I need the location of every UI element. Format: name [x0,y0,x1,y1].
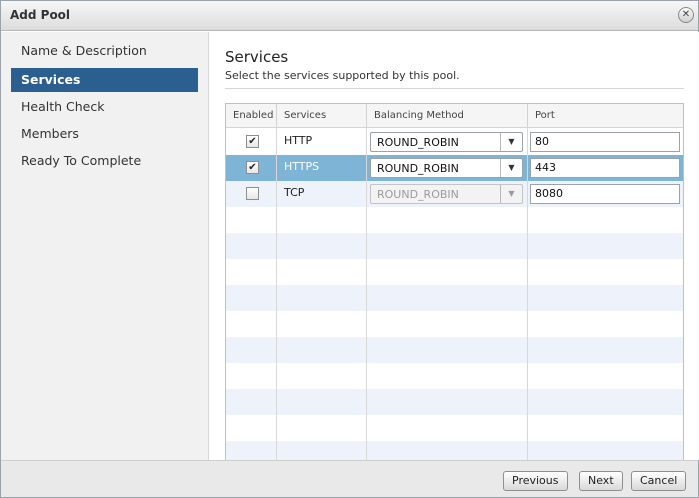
step-health-check[interactable]: Health Check [11,95,198,119]
empty-row [226,285,683,311]
title-bar: Add Pool ✕ [1,1,698,31]
balancing-method-select[interactable]: ROUND_ROBIN ▼ [370,132,523,152]
empty-row [226,389,683,415]
service-name: HTTP [284,134,313,147]
step-members[interactable]: Members [11,122,198,146]
step-name-description[interactable]: Name & Description [11,39,198,63]
chevron-down-icon[interactable]: ▼ [500,159,522,177]
empty-row [226,337,683,363]
column-divider [276,128,277,474]
port-input[interactable]: 80 [530,132,680,152]
page-description: Select the services supported by this po… [225,69,460,82]
wizard-steps-sidebar: Name & Description Services Health Check… [1,32,209,460]
balancing-method-select[interactable]: ROUND_ROBIN ▼ [370,158,523,178]
empty-row [226,233,683,259]
table-row[interactable]: ✔ HTTPS ROUND_ROBIN ▼ 443 [226,155,683,181]
header-services: Services [277,104,367,127]
service-name: HTTPS [284,160,320,173]
step-ready-to-complete[interactable]: Ready To Complete [11,149,198,173]
main-panel: Services Select the services supported b… [210,32,699,475]
balancing-method-value: ROUND_ROBIN [377,162,459,175]
close-icon[interactable]: ✕ [678,7,694,23]
step-services[interactable]: Services [11,68,198,92]
previous-button[interactable]: Previous [503,471,568,491]
chevron-down-icon[interactable]: ▼ [500,133,522,151]
header-enabled: Enabled [226,104,277,127]
header-port: Port [535,110,555,121]
page-title: Services [225,48,289,66]
empty-row [226,363,683,389]
empty-row [226,207,683,233]
port-input[interactable]: 443 [530,158,680,178]
table-row[interactable]: ✔ HTTP ROUND_ROBIN ▼ 80 [226,129,683,155]
table-header: Enabled Services Balancing Method Port [226,104,683,128]
cancel-button[interactable]: Cancel [631,471,687,491]
add-pool-dialog: Add Pool ✕ Name & Description Services H… [0,0,699,498]
services-table: Enabled Services Balancing Method Port ✔… [225,103,684,475]
dialog-footer: Previous Next Cancel [1,460,698,497]
port-input[interactable]: 8080 [530,184,680,204]
chevron-down-icon: ▼ [500,185,522,203]
column-divider [527,128,528,474]
empty-row [226,311,683,337]
header-balancing-method: Balancing Method [367,104,528,127]
table-row[interactable]: TCP ROUND_ROBIN ▼ 8080 [226,181,683,207]
enabled-checkbox[interactable] [246,187,259,200]
dialog-title: Add Pool [10,8,71,22]
balancing-method-value: ROUND_ROBIN [377,136,459,149]
enabled-checkbox[interactable]: ✔ [246,135,259,148]
next-button[interactable]: Next [579,471,623,491]
balancing-method-value: ROUND_ROBIN [377,188,459,201]
balancing-method-select: ROUND_ROBIN ▼ [370,184,523,204]
service-name: TCP [284,186,305,199]
enabled-checkbox[interactable]: ✔ [246,161,259,174]
empty-row [226,415,683,441]
empty-row [226,259,683,285]
divider [225,88,684,89]
column-divider [366,128,367,474]
